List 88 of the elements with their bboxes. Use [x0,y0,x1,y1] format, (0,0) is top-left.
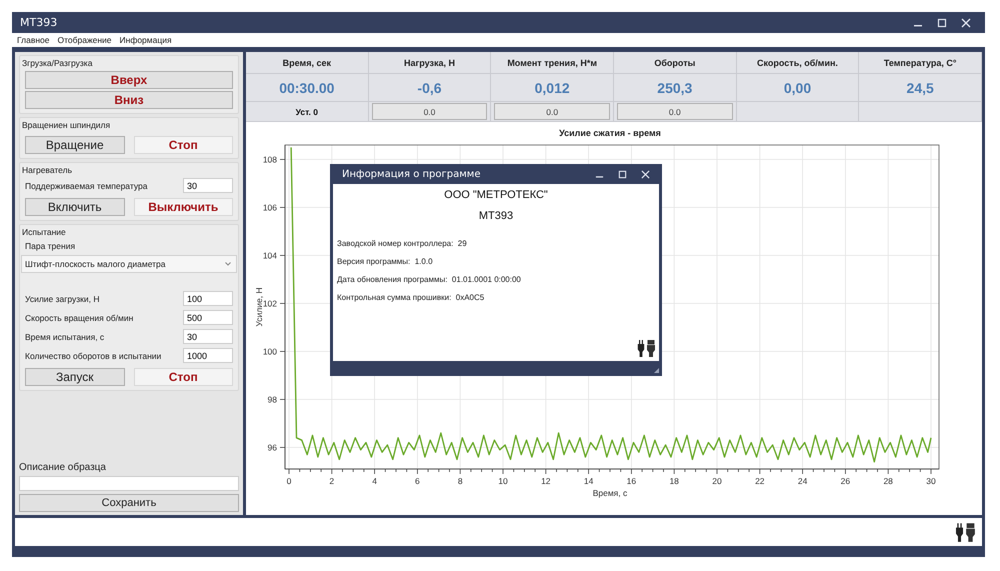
action-button[interactable]: Запуск [25,368,124,386]
caret-icon [225,262,231,266]
sample-description-field[interactable] [19,476,239,491]
x-tick-label: 22 [755,476,765,486]
info-line: Версия программы: 1.0.0 [337,257,434,266]
temperature-field[interactable]: 30 [183,178,233,193]
chart-title: Усилие сжатия - время [559,128,661,138]
column-header: Момент трения, Н*м [491,52,614,74]
x-tick-label: 20 [712,476,722,486]
input-field[interactable]: 30 [183,329,233,344]
friction-pair-dropdown[interactable]: Штифт-плоскость малого диаметра [21,255,237,273]
field-label: Скорость вращения об/мин [25,312,134,322]
setpoint-field[interactable]: 0.0 [372,103,488,120]
plug-icon [954,522,976,542]
company-name: ООО "МЕТРОТЕКС" [444,189,548,201]
input-field[interactable]: 500 [183,310,233,325]
x-tick-label: 4 [372,476,377,486]
field-label: Пара трения [25,241,76,251]
field-label: Поддерживаемая температура [25,180,148,190]
info-line: Заводской номер контроллера: 29 [337,239,468,248]
action-button[interactable]: Включить [25,198,124,216]
setpoint-field[interactable]: 0.0 [494,103,610,120]
info-line: Контрольная сумма прошивки: 0xA0C5 [337,293,486,302]
reading-value: 0,012 [491,74,614,102]
info-line: Дата обновления программы: 01.01.0001 0:00:00 [337,275,522,284]
x-tick-label: 16 [626,476,636,486]
group-title: Вращениен шпиндиля [22,120,112,130]
x-tick-label: 26 [840,476,850,486]
x-tick-label: 0 [286,476,292,486]
setpoint-field[interactable]: 0.0 [616,103,733,120]
column-header: Нагрузка, Н [368,52,492,74]
reading-value: 250,3 [614,74,737,102]
menu-item[interactable]: Информация [120,35,172,45]
action-button[interactable]: Вращение [25,136,124,154]
x-tick-label: 28 [883,476,893,486]
save-button[interactable]: Сохранить [19,494,239,512]
close-icon[interactable] [961,18,971,28]
column-header: Время, сек [246,52,369,74]
input-field[interactable]: 100 [183,291,233,306]
model-name: MT393 [478,210,514,222]
action-button[interactable]: Стоп [134,136,233,154]
group-title: Нагреватель [22,165,74,175]
y-tick-label: 98 [268,394,277,404]
column-header: Обороты [614,52,737,74]
field-label: Описание образца [19,462,107,473]
field-label: Количество оборотов в испытании [25,350,162,360]
y-axis-label: Усилие, Н [254,287,264,327]
input-field[interactable]: 1000 [183,348,233,363]
x-axis-label: Время, с [592,488,628,498]
menu-item[interactable]: Главное [17,35,50,45]
y-tick-label: 106 [262,202,277,212]
reading-value: 24,5 [859,74,982,102]
action-button[interactable]: Вниз [25,91,233,109]
y-tick-label: 108 [262,154,277,164]
maximize-icon[interactable] [937,18,947,28]
x-tick-label: 30 [926,476,936,486]
x-tick-label: 12 [541,476,551,486]
x-tick-label: 10 [498,476,508,486]
dialog-title: Информация о программе [342,168,480,180]
x-tick-label: 6 [415,476,420,486]
reading-value: -0,6 [368,74,492,102]
reading-value: 0,00 [736,74,860,102]
y-tick-label: 100 [262,346,277,356]
y-tick-label: 96 [268,442,277,452]
x-tick-label: 18 [669,476,679,486]
maximize-icon[interactable] [618,170,627,178]
close-icon[interactable] [641,170,650,178]
menu-item[interactable]: Отображение [57,35,112,45]
y-tick-label: 104 [262,250,277,260]
action-button[interactable]: Стоп [134,368,233,386]
field-label: Усилие загрузки, Н [25,294,100,304]
group-title: Згрузка/Разгрузка [22,58,94,68]
x-tick-label: 24 [798,476,808,486]
action-button[interactable]: Выключить [134,198,233,216]
plug-icon [636,339,656,357]
x-tick-label: 8 [458,476,463,486]
column-header: Скорость, об/мин. [736,52,860,74]
window-title: MT393 [20,16,58,29]
resize-grip-icon[interactable] [653,367,660,374]
x-tick-label: 2 [329,476,334,486]
zero-label: Уст. 0 [246,102,369,122]
column-header: Температура, C° [859,52,982,74]
field-label: Время испытания, с [25,332,104,342]
x-tick-label: 14 [584,476,594,486]
reading-value: 00:30.00 [246,74,369,102]
action-button[interactable]: Вверх [25,71,233,89]
group-title: Испытание [22,227,67,237]
y-tick-label: 102 [262,298,277,308]
